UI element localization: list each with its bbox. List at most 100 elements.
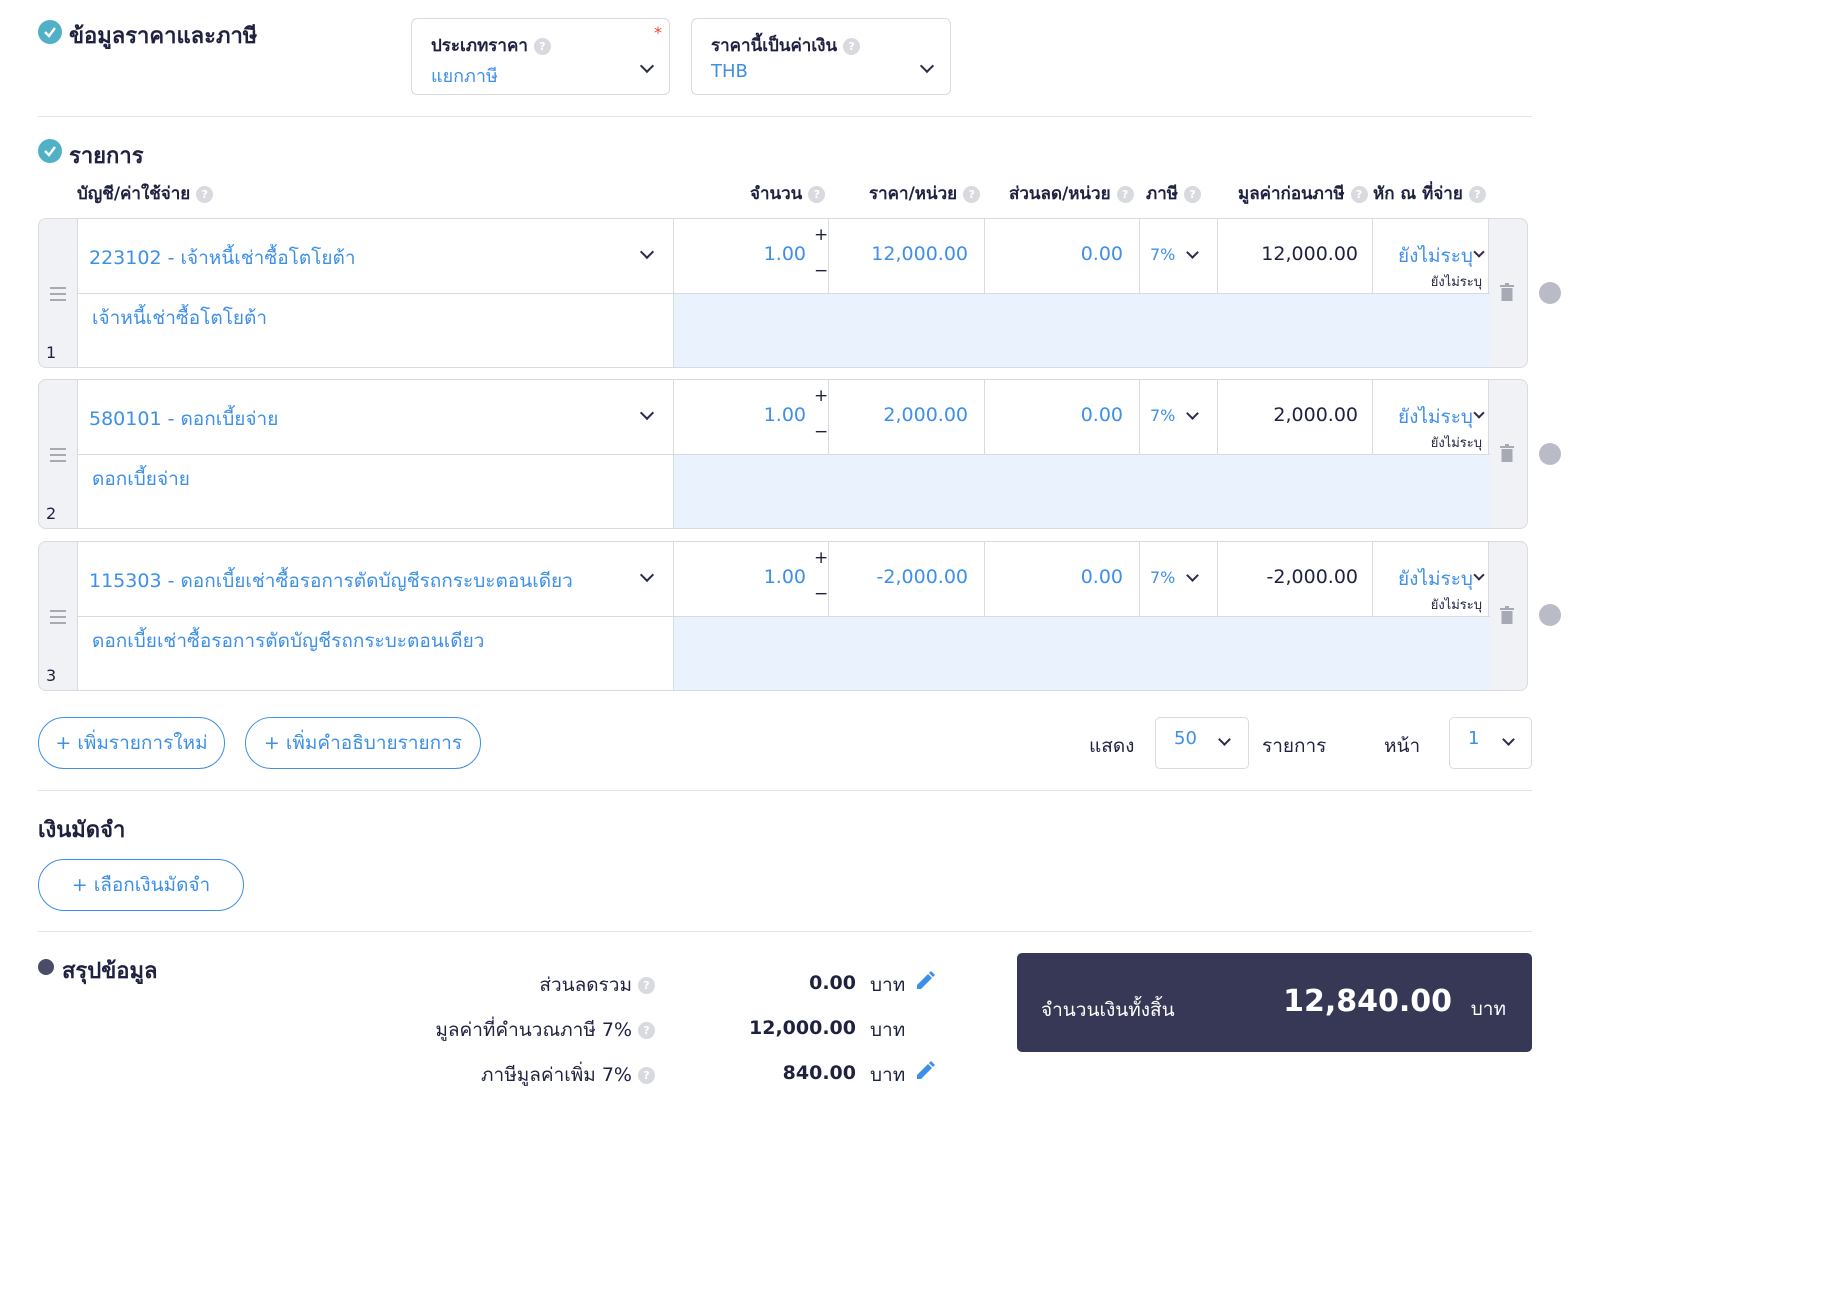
price-type-select[interactable]: ประเภทราคา? * แยกภาษี — [411, 18, 670, 95]
row-number: 3 — [46, 666, 57, 685]
trash-icon[interactable] — [1500, 606, 1514, 624]
qty-decrement-button[interactable]: − — [814, 422, 828, 442]
qty-input[interactable]: 1.00 — [764, 566, 806, 588]
divider — [38, 931, 1532, 932]
help-icon[interactable]: ? — [196, 185, 214, 203]
qty-increment-button[interactable]: + — [814, 386, 828, 406]
qty-decrement-button[interactable]: − — [814, 584, 828, 604]
qty-input[interactable]: 1.00 — [764, 243, 806, 265]
account-select[interactable]: 223102 - เจ้าหนี้เช่าซื้อโตโยต้า — [89, 243, 356, 273]
unit-price-input[interactable]: 12,000.00 — [871, 243, 968, 265]
required-mark: * — [654, 23, 662, 42]
select-deposit-button[interactable]: + เลือกเงินมัดจำ — [38, 859, 244, 911]
qty-input[interactable]: 1.00 — [764, 404, 806, 426]
chevron-down-icon — [1502, 733, 1515, 746]
pie-chart-icon[interactable] — [1539, 443, 1561, 465]
col-tax: ภาษี — [1146, 184, 1178, 204]
tax-select[interactable]: 7% — [1150, 568, 1175, 587]
chevron-down-icon[interactable] — [1186, 246, 1199, 259]
row-number: 2 — [46, 504, 57, 523]
help-icon[interactable]: ? — [808, 185, 826, 203]
trash-icon[interactable] — [1500, 444, 1514, 462]
show-label: แสดง — [1089, 735, 1135, 757]
discount-input[interactable]: 0.00 — [1081, 243, 1123, 265]
account-select[interactable]: 580101 - ดอกเบี้ยจ่าย — [89, 404, 278, 434]
help-icon[interactable]: ? — [638, 1022, 655, 1039]
unit-price-input[interactable]: -2,000.00 — [877, 566, 968, 588]
qty-increment-button[interactable]: + — [814, 548, 828, 568]
chevron-down-icon[interactable] — [1473, 569, 1485, 581]
price-tax-title: ข้อมูลราคาและภาษี — [69, 24, 258, 49]
tax-select[interactable]: 7% — [1150, 406, 1175, 425]
page-select[interactable]: 1 — [1449, 717, 1532, 769]
add-description-button[interactable]: + เพิ่มคำอธิบายรายการ — [245, 717, 481, 769]
wht-select[interactable]: ยังไม่ระบุ — [1398, 241, 1473, 271]
section-dot-icon — [38, 959, 54, 975]
pencil-edit-icon[interactable] — [914, 970, 936, 992]
help-icon[interactable]: ? — [963, 185, 981, 203]
drag-handle-icon[interactable] — [50, 448, 66, 466]
divider — [38, 116, 1532, 117]
section-check-icon — [38, 139, 62, 163]
discount-input[interactable]: 0.00 — [1081, 404, 1123, 426]
chevron-down-icon[interactable] — [639, 405, 655, 421]
help-icon[interactable]: ? — [638, 977, 655, 994]
help-icon[interactable]: ? — [533, 37, 551, 55]
item-row: 2 580101 - ดอกเบี้ยจ่าย ดอกเบี้ยจ่าย 1.0… — [38, 379, 1528, 529]
pie-chart-icon[interactable] — [1539, 282, 1561, 304]
drag-handle-icon[interactable] — [50, 610, 66, 628]
help-icon[interactable]: ? — [638, 1067, 655, 1084]
currency-select[interactable]: ราคานี้เป็นค่าเงิน? THB — [691, 18, 951, 95]
description-input[interactable]: เจ้าหนี้เช่าซื้อโตโยต้า — [92, 303, 267, 333]
chevron-down-icon — [1218, 733, 1231, 746]
summary-taxable-label: มูลค่าที่คำนวณภาษี 7% — [435, 1019, 632, 1041]
wht-select[interactable]: ยังไม่ระบุ — [1398, 564, 1473, 594]
description-extra-area — [673, 294, 1490, 367]
chevron-down-icon[interactable] — [639, 244, 655, 260]
add-item-button[interactable]: + เพิ่มรายการใหม่ — [38, 717, 225, 769]
col-pre-tax: มูลค่าก่อนภาษี — [1238, 184, 1345, 204]
item-row: 3 115303 - ดอกเบี้ยเช่าซื้อรอการตัดบัญชี… — [38, 541, 1528, 691]
total-panel: จำนวนเงินทั้งสิ้น 12,840.00 บาท — [1017, 953, 1532, 1052]
items-label: รายการ — [1262, 735, 1327, 757]
pie-chart-icon[interactable] — [1539, 604, 1561, 626]
pencil-edit-icon[interactable] — [914, 1060, 936, 1082]
tax-select[interactable]: 7% — [1150, 245, 1175, 264]
chevron-down-icon — [639, 58, 655, 74]
col-unit-price: ราคา/หน่วย — [869, 184, 958, 204]
items-title: รายการ — [69, 144, 144, 169]
help-icon[interactable]: ? — [1350, 185, 1368, 203]
help-icon[interactable]: ? — [1468, 185, 1486, 203]
qty-decrement-button[interactable]: − — [814, 261, 828, 281]
chevron-down-icon[interactable] — [1186, 407, 1199, 420]
currency-label: ราคานี้เป็นค่าเงิน — [711, 36, 838, 56]
description-input[interactable]: ดอกเบี้ยเช่าซื้อรอการตัดบัญชีรถกระบะตอนเ… — [92, 626, 484, 656]
chevron-down-icon[interactable] — [1186, 569, 1199, 582]
col-wht: หัก ณ ที่จ่าย — [1373, 184, 1463, 204]
chevron-down-icon[interactable] — [639, 567, 655, 583]
row-number: 1 — [46, 343, 57, 362]
unit-price-input[interactable]: 2,000.00 — [883, 404, 968, 426]
summary-discount-value: 0.00 — [809, 972, 856, 994]
per-page-value: 50 — [1174, 728, 1197, 749]
price-type-label: ประเภทราคา — [431, 36, 528, 56]
help-icon[interactable]: ? — [1183, 185, 1201, 203]
chevron-down-icon[interactable] — [1473, 246, 1485, 258]
price-type-value: แยกภาษี — [431, 66, 498, 87]
per-page-select[interactable]: 50 — [1155, 717, 1249, 769]
chevron-down-icon[interactable] — [1473, 407, 1485, 419]
wht-select[interactable]: ยังไม่ระบุ — [1398, 402, 1473, 432]
summary-vat-unit: บาท — [870, 1064, 906, 1086]
help-icon[interactable]: ? — [843, 37, 861, 55]
discount-input[interactable]: 0.00 — [1081, 566, 1123, 588]
trash-icon[interactable] — [1500, 283, 1514, 301]
qty-increment-button[interactable]: + — [814, 225, 828, 245]
description-extra-area — [673, 455, 1490, 528]
account-select[interactable]: 115303 - ดอกเบี้ยเช่าซื้อรอการตัดบัญชีรถ… — [89, 566, 573, 596]
chevron-down-icon — [919, 58, 935, 74]
drag-handle-icon[interactable] — [50, 287, 66, 305]
summary-title: สรุปข้อมูล — [62, 959, 158, 984]
section-check-icon — [38, 20, 62, 44]
description-input[interactable]: ดอกเบี้ยจ่าย — [92, 464, 190, 494]
help-icon[interactable]: ? — [1116, 185, 1134, 203]
